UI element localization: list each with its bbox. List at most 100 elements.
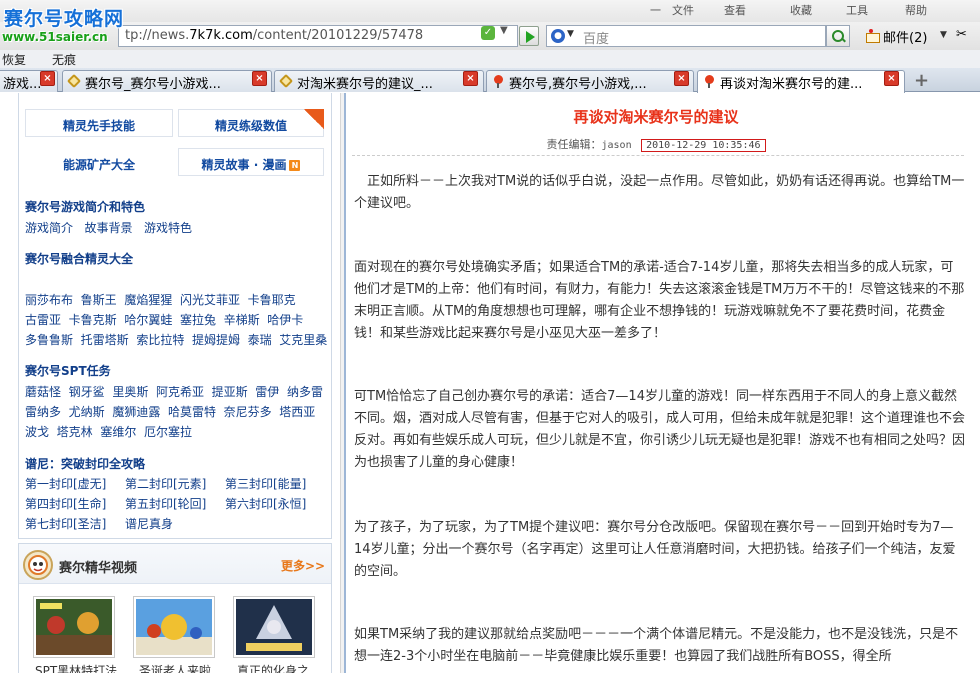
link-item[interactable]: 哈尔翼蛙 [124,313,172,327]
link-item[interactable]: 哈莫雷特 [168,405,216,419]
link-item[interactable]: 卡鲁克斯 [69,313,117,327]
security-shield-icon[interactable]: ✓ [481,26,495,40]
link-item[interactable]: 托雷塔斯 [81,333,129,347]
link-row: 蘑菇怪 钢牙鲨 里奥斯 阿克希亚 提亚斯 雷伊 纳多雷 [25,383,323,400]
link-item[interactable]: 第三封印[能量] [225,477,306,491]
search-button[interactable] [826,25,850,47]
menu-item-view[interactable]: 查看 [724,2,746,18]
link-item[interactable]: 泰瑞 [248,333,272,347]
page-favicon-icon [278,73,294,89]
link-energy-minerals[interactable]: 能源矿产大全 [25,148,173,176]
search-engine-selector[interactable]: ● ▼ [549,28,577,44]
link-item[interactable]: 谱尼真身 [125,517,173,531]
search-input[interactable]: 百度 [583,28,609,47]
link-item[interactable]: 第七封印[圣洁] [25,515,125,532]
url-input[interactable]: tp://news.7k7k.com/content/20101229/5747… [118,25,518,47]
link-item[interactable]: 第二封印[元素] [125,475,225,492]
link-item[interactable]: 波戈 [25,425,49,439]
video-caption[interactable]: SPT黑林特打法 [35,662,117,673]
link-item[interactable]: 阿克希亚 [156,385,204,399]
search-box[interactable]: ● ▼ 百度 [546,25,826,47]
link-row: 游戏简介 故事背景 游戏特色 [25,219,192,236]
title-divider [352,155,964,156]
link-item[interactable]: 卡鲁耶克 [248,293,296,307]
article: 再谈对淘米赛尔号的建议 责任编辑：jason 2010-12-29 10:35:… [346,93,980,673]
link-item[interactable]: 游戏特色 [144,221,192,235]
link-item[interactable]: 多鲁鲁斯 [25,333,73,347]
link-item[interactable]: 塞拉兔 [180,313,216,327]
tab-close-icon[interactable]: × [884,71,899,86]
private-mode-button[interactable]: 无痕 [52,51,76,68]
link-item[interactable]: 游戏简介 [25,221,73,235]
link-item[interactable]: 尤纳斯 [69,405,105,419]
link-item[interactable]: 古雷亚 [25,313,61,327]
more-videos-link[interactable]: 更多>> [281,557,325,574]
link-item[interactable]: 魔焰猩猩 [124,293,172,307]
go-button[interactable] [519,26,539,46]
video-panel: 赛尔精华视频 更多>> SPT黑林特打法 圣诞老人来啦 真正的化身之 [18,543,332,673]
tab-close-icon[interactable]: × [463,71,478,86]
link-item[interactable]: 塔西亚 [279,405,315,419]
video-caption[interactable]: 圣诞老人来啦 [139,662,211,673]
link-item[interactable]: 第四封印[生命] [25,495,125,512]
link-item[interactable]: 辛梯斯 [224,313,260,327]
tab-1[interactable]: 赛尔号_赛尔号小游戏... [62,70,272,92]
link-item[interactable]: 雷伊 [255,385,279,399]
menu-item-0[interactable]: 一 [650,2,661,18]
section-heading[interactable]: 赛尔号游戏简介和特色 [25,198,145,215]
section-heading[interactable]: 赛尔号SPT任务 [25,362,111,379]
link-item[interactable]: 提亚斯 [212,385,248,399]
link-item[interactable]: 第六封印[永恒] [225,497,306,511]
link-item[interactable]: 艾克里桑 [279,333,327,347]
link-item[interactable]: 塞维尔 [100,425,136,439]
address-dropdown-icon[interactable]: ▼ [500,25,508,36]
restore-button[interactable]: 恢复 [2,51,26,68]
link-item[interactable]: 第一封印[虚无] [25,475,125,492]
tab-close-icon[interactable]: × [674,71,689,86]
link-item[interactable]: 魔狮迪露 [112,405,160,419]
video-thumbnail[interactable] [33,596,115,658]
tab-close-icon[interactable]: × [40,71,55,86]
link-item[interactable]: 第五封印[轮回] [125,495,225,512]
tab-3[interactable]: 赛尔号,赛尔号小游戏,... [486,70,694,92]
rss-icon: N [289,160,301,171]
video-caption[interactable]: 真正的化身之 [237,662,309,673]
link-item[interactable]: 鲁斯王 [81,293,117,307]
link-item[interactable]: 塔克林 [57,425,93,439]
link-spirit-first-skill[interactable]: 精灵先手技能 [25,109,173,137]
link-item[interactable]: 丽莎布布 [25,293,73,307]
link-item[interactable]: 厄尔塞拉 [144,425,192,439]
video-thumbnail[interactable] [233,596,315,658]
link-bar: 恢复 无痕 [0,50,980,68]
screenshot-tool-icon[interactable]: ✂ [956,27,967,42]
video-thumbnail[interactable] [133,596,215,658]
article-paragraph: 正如所料－－上次我对TM说的话似乎白说，没起一点作用。尽管如此，奶奶有话还得再说… [354,174,965,211]
left-sidebar: 精灵先手技能 精灵练级数值 能源矿产大全 精灵故事 · 漫画 N 赛尔号游戏简介和… [0,93,340,673]
link-item[interactable]: 哈伊卡 [267,313,303,327]
new-tab-button[interactable]: + [914,70,929,91]
link-item[interactable]: 提姆提姆 [192,333,240,347]
link-item[interactable]: 闪光艾菲亚 [180,293,240,307]
link-item[interactable]: 索比拉特 [136,333,184,347]
link-spirit-leveling[interactable]: 精灵练级数值 [178,109,324,137]
menu-item-tools[interactable]: 工具 [846,2,868,18]
tab-label: 赛尔号,赛尔号小游戏,... [509,77,647,92]
tab-close-icon[interactable]: × [252,71,267,86]
link-item[interactable]: 钢牙鲨 [69,385,105,399]
tab-2[interactable]: 对淘米赛尔号的建议_... [274,70,484,92]
section-heading[interactable]: 赛尔号融合精灵大全 [25,250,133,267]
mail-dropdown-icon[interactable]: ▼ [940,30,947,40]
link-item[interactable]: 纳多雷 [287,385,323,399]
menu-item-help[interactable]: 帮助 [905,2,927,18]
tab-4-active[interactable]: 再谈对淘米赛尔号的建... [697,70,905,93]
mail-button[interactable]: 邮件(2) [866,27,927,46]
link-item[interactable]: 奈尼芬多 [224,405,272,419]
section-heading[interactable]: 谱尼：突破封印全攻略 [25,455,145,472]
link-item[interactable]: 雷纳多 [25,405,61,419]
link-spirit-stories[interactable]: 精灵故事 · 漫画 N [178,148,324,176]
menu-item-favorites[interactable]: 收藏 [790,2,812,18]
menu-item-file[interactable]: 文件 [672,2,694,18]
link-item[interactable]: 里奥斯 [112,385,148,399]
link-item[interactable]: 蘑菇怪 [25,385,61,399]
link-item[interactable]: 故事背景 [84,221,132,235]
